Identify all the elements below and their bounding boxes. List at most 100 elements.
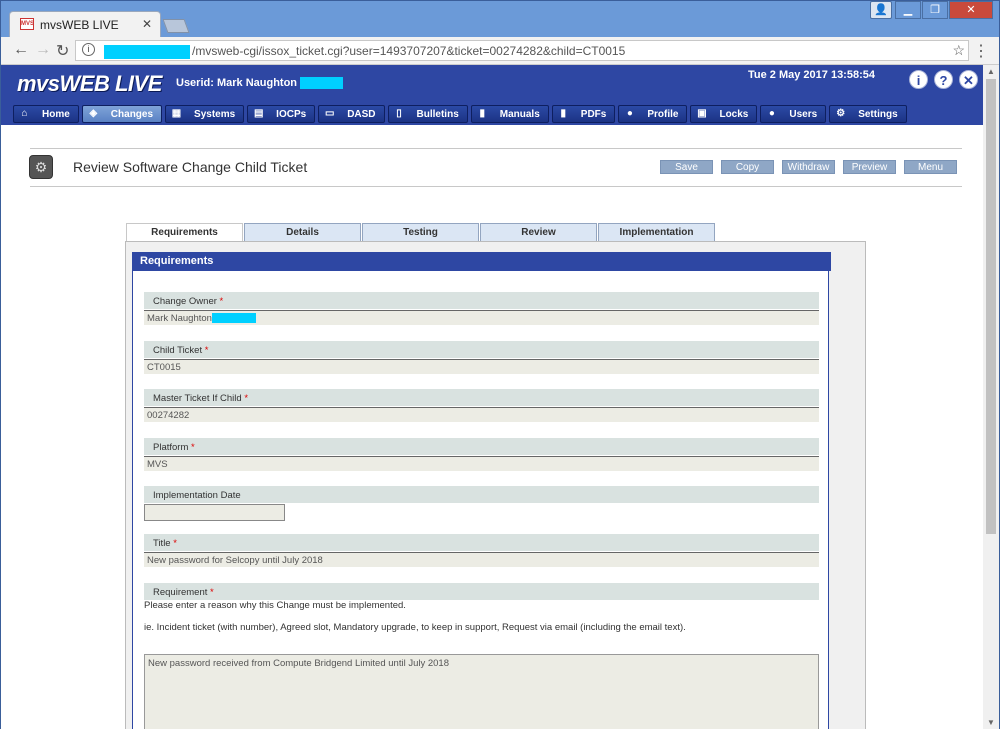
- systems-icon: ▦: [171, 108, 182, 119]
- dasd-icon: ▭: [324, 108, 335, 119]
- profile-icon: ●: [626, 108, 633, 119]
- profile-icon[interactable]: 👤: [870, 1, 892, 19]
- userid-label: Userid: Mark Naughton: [176, 77, 344, 90]
- iocps-icon: ▤: [253, 108, 264, 119]
- browser-tab[interactable]: MVS mvsWEB LIVE ✕: [9, 11, 161, 37]
- settings-icon: ⚙: [836, 108, 846, 119]
- label-text: Change Owner: [153, 296, 217, 307]
- divider: [30, 186, 962, 187]
- implementation-date-field[interactable]: [144, 504, 285, 521]
- platform-field[interactable]: MVS: [144, 456, 819, 471]
- requirement-help-1: Please enter a reason why this Change mu…: [144, 600, 406, 611]
- bookmark-star-icon[interactable]: ☆: [952, 42, 965, 59]
- tab-testing[interactable]: Testing: [362, 223, 479, 241]
- scroll-down-icon[interactable]: ▼: [987, 718, 995, 727]
- required-marker: *: [210, 587, 214, 598]
- requirement-textarea[interactable]: New password received from Compute Bridg…: [144, 654, 819, 729]
- menu-iocps[interactable]: ▤ IOCPs: [247, 105, 316, 123]
- maximize-button[interactable]: ❐: [922, 1, 948, 19]
- menu-button[interactable]: Menu: [904, 160, 957, 174]
- browser-toolbar: ← → ↻ i /mvsweb-cgi/issox_ticket.cgi?use…: [1, 37, 999, 65]
- required-marker: *: [219, 296, 224, 307]
- manuals-icon: ▮: [479, 108, 486, 119]
- menu-label: Manuals: [499, 108, 540, 120]
- redacted-user: [300, 77, 344, 90]
- divider: [30, 148, 962, 149]
- page-actions: Save Copy Withdraw Preview Menu: [660, 160, 965, 174]
- scroll-up-icon[interactable]: ▲: [987, 67, 995, 76]
- address-bar[interactable]: i /mvsweb-cgi/issox_ticket.cgi?user=1493…: [75, 40, 969, 61]
- page-scrollbar[interactable]: ▲ ▼: [983, 65, 999, 729]
- bulletins-icon: ▯: [396, 108, 402, 119]
- window-controls: 👤 ▁ ❐ ✕: [869, 1, 993, 21]
- tab-requirements[interactable]: Requirements: [126, 223, 243, 242]
- scroll-thumb[interactable]: [986, 79, 996, 534]
- new-tab-button[interactable]: [162, 19, 190, 33]
- save-button[interactable]: Save: [660, 160, 713, 174]
- tab-implementation[interactable]: Implementation: [598, 223, 715, 241]
- menu-home[interactable]: ⌂ Home: [13, 105, 79, 123]
- child-ticket-field[interactable]: CT0015: [144, 359, 819, 374]
- menu-label: Bulletins: [416, 108, 459, 120]
- copy-button[interactable]: Copy: [721, 160, 774, 174]
- required-marker: *: [204, 345, 209, 356]
- label-text: Child Ticket: [153, 345, 203, 356]
- menu-label: IOCPs: [276, 108, 307, 120]
- menu-label: PDFs: [580, 108, 607, 120]
- master-ticket-field[interactable]: 00274282: [144, 407, 819, 422]
- tab-review[interactable]: Review: [480, 223, 597, 241]
- tab-details[interactable]: Details: [244, 223, 361, 241]
- browser-tab-title: mvsWEB LIVE: [40, 18, 119, 32]
- menu-dasd[interactable]: ▭ DASD: [318, 105, 385, 123]
- label-text: Master Ticket If Child: [153, 393, 242, 404]
- back-icon[interactable]: ←: [13, 41, 29, 59]
- menu-label: DASD: [347, 108, 376, 120]
- change-owner-label: Change Owner *: [144, 292, 819, 309]
- app-header: mvsWEB LIVE Userid: Mark Naughton Tue 2 …: [1, 65, 983, 125]
- close-icon[interactable]: ✕: [959, 70, 978, 89]
- menu-pdfs[interactable]: ▮ PDFs: [551, 105, 616, 123]
- withdraw-button[interactable]: Withdraw: [782, 160, 835, 174]
- preview-button[interactable]: Preview: [843, 160, 896, 174]
- site-info-icon[interactable]: i: [82, 43, 95, 56]
- title-field[interactable]: New password for Selcopy until July 2018: [144, 552, 819, 567]
- changes-icon: ◈: [89, 108, 98, 119]
- reload-icon[interactable]: ↻: [56, 41, 69, 61]
- favicon-icon: MVS: [20, 18, 34, 30]
- required-marker: *: [244, 393, 249, 404]
- menu-profile[interactable]: ● Profile: [618, 105, 688, 123]
- menu-label: Profile: [647, 108, 679, 120]
- menu-locks[interactable]: ▣ Locks: [690, 105, 758, 123]
- section-header: Requirements: [132, 252, 831, 271]
- browser-menu-icon[interactable]: ⋮: [973, 41, 989, 61]
- child-ticket-label: Child Ticket *: [144, 341, 819, 358]
- tab-close-icon[interactable]: ✕: [142, 17, 152, 31]
- menu-changes[interactable]: ◈ Changes: [81, 105, 163, 123]
- app-logo: mvsWEB LIVE: [17, 71, 162, 96]
- menu-manuals[interactable]: ▮ Manuals: [470, 105, 549, 123]
- field-value: Mark Naughton: [147, 313, 212, 324]
- ticket-tabs: Requirements Details Testing Review Impl…: [126, 223, 716, 242]
- help-icon[interactable]: ?: [934, 70, 953, 89]
- implementation-date-label: Implementation Date: [144, 486, 819, 503]
- master-ticket-label: Master Ticket If Child *: [144, 389, 819, 406]
- main-menu: ⌂ Home ◈ Changes ▦ Systems ▤ IOCPs ▭ DASD ▯ Bu…: [13, 105, 910, 125]
- menu-bulletins[interactable]: ▯ Bulletins: [387, 105, 468, 123]
- browser-titlebar: MVS mvsWEB LIVE ✕ 👤 ▁ ❐ ✕: [1, 1, 999, 37]
- redacted-value: [211, 313, 256, 324]
- minimize-button[interactable]: ▁: [895, 1, 921, 19]
- datetime-label: Tue 2 May 2017 13:58:54: [748, 69, 875, 81]
- menu-label: Settings: [858, 108, 898, 120]
- requirement-help-2: ie. Incident ticket (with number), Agree…: [144, 622, 686, 633]
- window-close-button[interactable]: ✕: [949, 1, 993, 19]
- menu-label: Users: [789, 108, 818, 120]
- change-owner-field[interactable]: Mark Naughton: [144, 310, 819, 325]
- forward-icon[interactable]: →: [35, 41, 51, 59]
- required-marker: *: [173, 538, 177, 549]
- menu-systems[interactable]: ▦ Systems: [165, 105, 245, 123]
- menu-label: Locks: [719, 108, 749, 120]
- info-icon[interactable]: i: [909, 70, 928, 89]
- menu-settings[interactable]: ⚙ Settings: [829, 105, 907, 123]
- requirements-section: Requirements Change Owner * Mark Naughto…: [132, 252, 831, 729]
- menu-users[interactable]: ● Users: [760, 105, 827, 123]
